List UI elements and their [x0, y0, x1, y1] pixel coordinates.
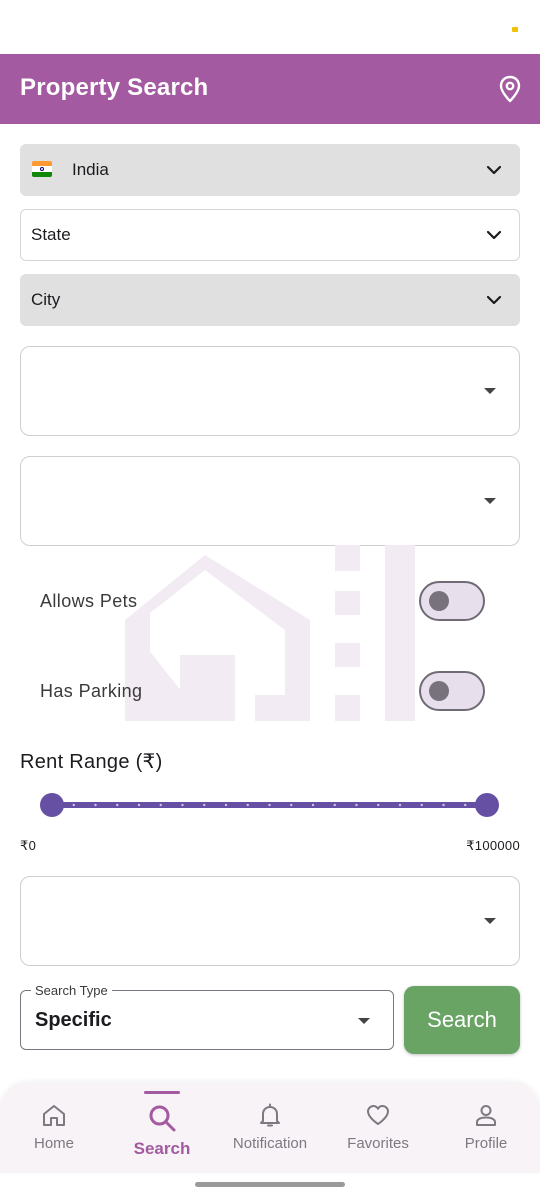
nav-label-search: Search — [133, 1139, 191, 1158]
slider-tick — [311, 803, 315, 807]
nav-item-profile[interactable]: Profile — [432, 1083, 540, 1173]
page-title: Property Search — [20, 74, 209, 101]
allows-pets-label: Allows Pets — [40, 591, 138, 611]
search-icon — [149, 1105, 176, 1132]
slider-tick — [94, 803, 97, 807]
rent-min-label: ₹0 — [20, 838, 37, 853]
location-pin-icon[interactable] — [497, 75, 523, 103]
slider-tick — [333, 803, 336, 807]
app-bar: Property Search — [0, 54, 540, 124]
slider-tick — [203, 803, 206, 807]
nav-item-notification[interactable]: Notification — [216, 1083, 324, 1173]
city-placeholder: City — [31, 290, 61, 309]
bottom-navigation: Home Search Notification Favorites Profi… — [0, 1083, 540, 1173]
nav-label-favorites: Favorites — [347, 1135, 409, 1152]
search-type-legend: Search Type — [31, 983, 112, 998]
status-indicator-icon — [512, 27, 518, 32]
india-flag-icon — [32, 161, 52, 177]
active-indicator — [144, 1091, 180, 1094]
nav-item-favorites[interactable]: Favorites — [324, 1083, 432, 1173]
person-icon — [476, 1105, 496, 1126]
slider-tick — [355, 803, 358, 807]
search-button[interactable]: Search — [404, 986, 520, 1054]
slider-tick — [268, 803, 271, 807]
slider-max-thumb[interactable] — [475, 793, 499, 817]
has-parking-label: Has Parking — [40, 681, 143, 701]
slider-tick — [72, 803, 75, 807]
slider-tick — [116, 803, 119, 807]
country-value: India — [72, 160, 109, 179]
rent-range-slider[interactable] — [20, 780, 520, 830]
rent-max-label: ₹100000 — [466, 838, 520, 853]
chevron-down-icon — [486, 230, 502, 240]
nav-label-notification: Notification — [232, 1135, 308, 1152]
status-bar — [0, 0, 540, 54]
state-dropdown[interactable]: State — [20, 209, 520, 261]
slider-tick — [398, 803, 402, 807]
chevron-down-icon — [486, 295, 502, 305]
slider-tick — [181, 803, 184, 807]
bell-icon — [260, 1103, 280, 1127]
slider-tick — [377, 803, 380, 807]
nav-item-home[interactable]: Home — [0, 1083, 108, 1173]
home-indicator[interactable] — [195, 1182, 345, 1187]
dropdown-arrow-icon — [358, 1018, 370, 1024]
slider-tick — [464, 803, 467, 807]
city-dropdown[interactable]: City — [20, 274, 520, 326]
search-type-select[interactable]: Search Type Specific — [20, 983, 394, 1050]
slider-tick — [290, 803, 293, 807]
slider-tick — [246, 803, 249, 807]
slider-tick — [420, 803, 423, 807]
slider-tick — [159, 803, 162, 807]
search-type-value: Specific — [35, 1009, 112, 1031]
dropdown-arrow-icon — [484, 388, 496, 394]
chevron-down-icon — [486, 165, 502, 175]
property-type-select[interactable] — [20, 346, 520, 436]
nav-item-search[interactable]: Search — [108, 1083, 216, 1173]
sort-select[interactable] — [20, 876, 520, 966]
nav-label-profile: Profile — [464, 1135, 508, 1152]
nav-label-home: Home — [33, 1135, 74, 1152]
home-icon — [43, 1105, 65, 1126]
dropdown-arrow-icon — [484, 498, 496, 504]
slider-tick — [137, 803, 141, 807]
slider-tick — [442, 803, 445, 807]
has-parking-switch[interactable] — [419, 671, 485, 711]
state-placeholder: State — [31, 225, 71, 244]
country-dropdown[interactable]: India — [20, 144, 520, 196]
dropdown-arrow-icon — [484, 918, 496, 924]
slider-tick — [224, 803, 228, 807]
rent-range-title: Rent Range (₹) — [20, 751, 163, 773]
slider-min-thumb[interactable] — [40, 793, 64, 817]
building-watermark — [125, 545, 415, 721]
bedrooms-select[interactable] — [20, 456, 520, 546]
switch-knob — [429, 681, 449, 701]
allows-pets-switch[interactable] — [419, 581, 485, 621]
switch-knob — [429, 591, 449, 611]
heart-icon — [367, 1105, 389, 1125]
